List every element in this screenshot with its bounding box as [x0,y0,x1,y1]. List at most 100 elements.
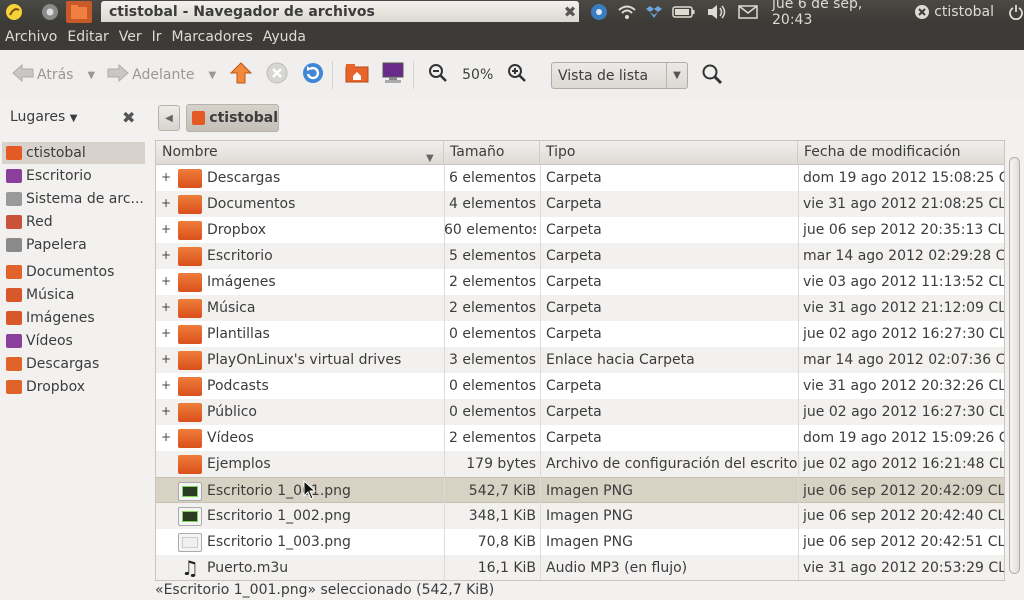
user-status-icon[interactable] [914,4,930,20]
sidebar-item[interactable]: Red [2,211,145,233]
expand-icon[interactable]: + [160,327,172,339]
table-row[interactable]: Escritorio 1_002.png 348,1 KiB Imagen PNG j… [156,503,1004,529]
power-icon[interactable] [1008,4,1024,20]
sidebar-item[interactable]: Papelera [2,234,145,256]
cell-date: vie 31 ago 2012 20:32:26 CLT [803,378,1005,394]
column-header-date[interactable]: Fecha de modificación [798,141,1004,164]
mail-icon[interactable] [738,5,758,19]
dash-icon[interactable] [2,1,26,23]
table-row[interactable]: + Dropbox 60 elementos Carpeta jue 06 sep 20… [156,217,1004,243]
sidebar-item[interactable]: ctistobal [2,142,145,164]
search-button[interactable] [701,63,723,89]
chevron-down-icon: ▼ [69,113,78,124]
expand-icon[interactable]: + [160,171,172,183]
table-row[interactable]: + Imágenes 2 elementos Carpeta vie 03 ago 20… [156,269,1004,295]
table-row[interactable]: + Música 2 elementos Carpeta vie 31 ago 2012… [156,295,1004,321]
column-header-type-label: Tipo [546,144,576,160]
table-row[interactable]: + Podcasts 0 elementos Carpeta vie 31 ago 20… [156,373,1005,399]
column-divider [444,165,445,580]
up-button[interactable] [229,62,253,88]
wifi-icon[interactable] [618,4,636,20]
back-button[interactable]: Atrás ▼ [12,63,95,87]
sidebar-item-label: Documentos [26,264,115,280]
menu-ir[interactable]: Ir [147,29,167,45]
back-arrow-icon [12,63,34,87]
volume-icon[interactable] [706,4,728,20]
sidebar-item[interactable]: Sistema de arc... [2,188,145,210]
expand-icon[interactable]: + [160,249,172,261]
files-app-icon[interactable] [66,1,92,23]
desktop-folder-icon [6,169,22,183]
column-header-size[interactable]: Tamaño [444,141,540,164]
table-row[interactable]: ♫ Puerto.m3u 16,1 KiB Audio MP3 (en flujo) v… [156,555,1004,580]
table-row[interactable]: Ejemplos 179 bytes Archivo de configuració… [156,451,1004,477]
vertical-scrollbar[interactable] [1005,140,1024,581]
table-row[interactable]: + Escritorio 5 elementos Carpeta mar 14 ago … [156,243,1004,269]
cell-size: 348,1 KiB [468,508,536,524]
chromium-icon[interactable] [38,1,62,23]
expand-icon[interactable]: + [160,197,172,209]
sidebar-item[interactable]: Vídeos [2,330,145,352]
scrollbar-thumb[interactable] [1009,157,1020,574]
expand-icon[interactable]: + [160,405,172,417]
reload-button[interactable] [302,62,324,88]
forward-button[interactable]: Adelante ▼ [107,63,216,87]
dropbox-tray-icon[interactable] [646,4,662,20]
expand-icon[interactable]: + [160,223,172,235]
table-row[interactable]: + Documentos 4 elementos Carpeta vie 31 ago … [156,191,1004,217]
zoom-out-button[interactable] [428,63,448,87]
folder-icon [178,247,202,266]
table-row[interactable]: + Plantillas 0 elementos Carpeta jue 02 ago … [156,321,1004,347]
close-sidebar-icon[interactable]: ✖ [122,108,135,127]
expand-icon[interactable]: + [160,431,172,443]
close-window-icon[interactable]: ✖ [561,3,579,21]
back-history-dropdown-icon[interactable]: ▼ [87,70,95,81]
menu-editar[interactable]: Editar [62,29,113,45]
expand-icon[interactable]: + [160,301,172,313]
sidebar-item[interactable]: Documentos [2,261,145,283]
folder-icon [178,455,202,474]
sidebar-item[interactable]: Música [2,284,145,306]
dropbox-folder-icon [6,380,22,394]
computer-button[interactable] [381,62,405,88]
forward-label: Adelante [132,67,195,83]
cell-type: Archivo de configuración del escritorio [546,456,798,472]
table-row[interactable]: + PlayOnLinux's virtual drives 3 elementos… [156,347,1004,373]
menu-ayuda[interactable]: Ayuda [258,29,311,45]
table-row[interactable]: + Descargas 6 elementos Carpeta dom 19 ago 2… [156,165,1005,191]
ubuntu-one-icon[interactable] [590,3,608,21]
column-header-type[interactable]: Tipo [540,141,798,164]
home-button[interactable] [345,63,369,87]
table-row[interactable]: + Vídeos 2 elementos Carpeta dom 19 ago 2012… [156,425,1004,451]
sidebar-item-label: ctistobal [26,145,86,161]
sidebar-item[interactable]: Imágenes [2,307,145,329]
expand-icon[interactable]: + [160,379,172,391]
user-name[interactable]: ctistobal [934,4,994,20]
menu-ver[interactable]: Ver [114,29,147,45]
sidebar-header[interactable]: Lugares ▼ [10,109,77,125]
sidebar-item-label: Sistema de arc... [26,191,144,207]
table-row[interactable]: + Público 0 elementos Carpeta jue 02 ago 201… [156,399,1004,425]
image-file-icon [178,507,202,526]
sidebar-item[interactable]: Dropbox [2,376,145,398]
zoom-level[interactable]: 50% [462,67,493,83]
menu-archivo[interactable]: Archivo [0,29,62,45]
breadcrumb-back-button[interactable]: ◀ [158,105,180,131]
sidebar-item[interactable]: Escritorio [2,165,145,187]
table-row[interactable]: Escritorio 1_001.png 542,7 KiB Imagen PNG j… [156,477,1004,503]
menu-marcadores[interactable]: Marcadores [167,29,258,45]
cell-size: 0 elementos [449,404,536,420]
stop-button[interactable] [266,62,288,88]
battery-icon[interactable] [672,5,696,19]
cell-date: dom 19 ago 2012 15:08:25 CLT [803,170,1005,186]
expand-icon[interactable]: + [160,353,172,365]
forward-history-dropdown-icon[interactable]: ▼ [208,70,216,81]
sidebar-item[interactable]: Descargas [2,353,145,375]
table-row[interactable]: Escritorio 1_003.png 70,8 KiB Imagen PNG ju… [156,529,1004,555]
column-header-name[interactable]: Nombre ▼ [156,141,444,164]
expand-icon[interactable]: + [160,275,172,287]
cell-name: Escritorio 1_002.png [207,508,351,524]
zoom-in-button[interactable] [507,63,527,87]
view-mode-select[interactable]: Vista de lista ▼ [551,62,688,89]
breadcrumb[interactable]: ctistobal [186,104,279,132]
